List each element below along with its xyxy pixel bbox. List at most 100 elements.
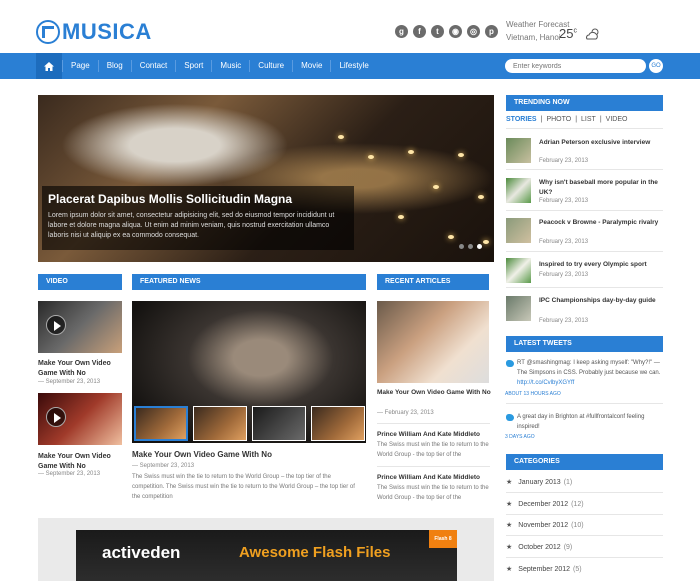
pinterest-icon[interactable]: p <box>485 25 498 38</box>
slider-title[interactable]: Placerat Dapibus Mollis Sollicitudin Mag… <box>48 192 348 206</box>
trending-thumb[interactable] <box>506 138 531 163</box>
divider <box>506 169 663 170</box>
divider <box>506 287 663 288</box>
recent-article-image[interactable] <box>377 301 489 383</box>
nav-item-culture[interactable]: Culture <box>249 60 292 72</box>
featured-title[interactable]: Make Your Own Video Game With No <box>132 450 272 459</box>
slider-image-detail <box>368 155 374 159</box>
video-thumbnail[interactable] <box>38 393 122 445</box>
tweet-time[interactable]: ABOUT 13 HOURS AGO <box>505 391 561 397</box>
nav-item-sport[interactable]: Sport <box>175 60 211 72</box>
cloud-sun-icon <box>586 28 599 40</box>
trending-title[interactable]: Why isn't baseball more popular in the U… <box>539 178 661 198</box>
ad-banner[interactable]: activeden Awesome Flash Files Flash 8 <box>76 530 457 581</box>
googleplus-icon[interactable]: g <box>395 25 408 38</box>
video-date: — September 23, 2013 <box>38 471 101 477</box>
category-label[interactable]: September 2012 <box>518 566 570 573</box>
divider <box>506 210 663 211</box>
trending-thumb[interactable] <box>506 178 531 203</box>
temperature-value: 25 <box>559 26 574 41</box>
trending-thumb[interactable] <box>506 296 531 321</box>
divider <box>506 251 663 252</box>
video-title[interactable]: Make Your Own Video Game With No <box>38 359 122 379</box>
trending-date: February 23, 2013 <box>539 158 589 164</box>
play-icon[interactable] <box>46 315 66 335</box>
video-thumbnail[interactable] <box>38 301 122 353</box>
tweet-link[interactable]: http://t.co/CvlbyXGYff <box>517 380 574 386</box>
home-icon <box>44 61 54 71</box>
featured-thumb[interactable] <box>252 406 306 441</box>
trending-title[interactable]: Adrian Peterson exclusive interview <box>539 138 661 148</box>
category-item[interactable]: ★ September 2012 (5) <box>506 565 582 574</box>
tab-video[interactable]: VIDEO <box>606 116 628 123</box>
dribbble-icon[interactable]: ◎ <box>467 25 480 38</box>
category-item[interactable]: ★ November 2012 (10) <box>506 521 584 530</box>
tweet-time[interactable]: 3 DAYS AGO <box>505 434 535 440</box>
star-icon: ★ <box>506 501 513 508</box>
nav-item-lifestyle[interactable]: Lifestyle <box>330 60 376 72</box>
category-item[interactable]: ★ December 2012 (12) <box>506 500 584 509</box>
featured-thumb-active[interactable] <box>134 406 188 441</box>
tab-stories[interactable]: STORIES <box>506 116 537 123</box>
recent-article-title[interactable]: Prince William And Kate Middleto <box>377 430 480 440</box>
rss-icon[interactable]: ◉ <box>449 25 462 38</box>
category-label[interactable]: December 2012 <box>518 501 568 508</box>
ad-brand: activeden <box>102 543 181 562</box>
video-section-header: VIDEO <box>38 274 122 290</box>
slider-dot[interactable] <box>459 244 464 249</box>
divider <box>506 557 663 558</box>
slider-image-detail <box>458 153 464 157</box>
star-icon: ★ <box>506 566 513 573</box>
divider <box>506 514 663 515</box>
trending-title[interactable]: IPC Championships day-by-day guide <box>539 296 661 306</box>
video-title[interactable]: Make Your Own Video Game With No <box>38 452 122 472</box>
recent-section-header: RECENT ARTICLES <box>377 274 489 290</box>
trending-title[interactable]: Inspired to try every Olympic sport <box>539 260 661 270</box>
logo-text: MUSICA <box>62 19 152 44</box>
divider <box>506 535 663 536</box>
recent-article-title[interactable]: Make Your Own Video Game With No <box>377 388 492 398</box>
home-button[interactable] <box>36 53 62 79</box>
divider <box>506 128 663 129</box>
search-button[interactable]: GO <box>649 59 663 73</box>
category-count: (12) <box>571 500 584 508</box>
trending-thumb[interactable] <box>506 258 531 283</box>
category-label[interactable]: October 2012 <box>518 544 560 551</box>
slider-image-detail <box>448 235 454 239</box>
nav-item-page[interactable]: Page <box>62 60 98 72</box>
tweet-body: RT @smashingmag: I keep asking myself: "… <box>517 360 661 376</box>
nav-item-music[interactable]: Music <box>211 60 249 72</box>
recent-article-date: — February 23, 2013 <box>377 410 434 416</box>
tab-photo[interactable]: PHOTO <box>546 116 571 123</box>
divider <box>506 403 663 404</box>
category-item[interactable]: ★ January 2013 (1) <box>506 478 572 487</box>
nav-item-contact[interactable]: Contact <box>130 60 176 72</box>
social-icons: g f t ◉ ◎ p <box>395 25 498 38</box>
video-date: — September 23, 2013 <box>38 379 101 385</box>
featured-thumb[interactable] <box>311 406 365 441</box>
category-label[interactable]: November 2012 <box>518 522 568 529</box>
featured-thumb[interactable] <box>193 406 247 441</box>
category-count: (10) <box>571 521 584 529</box>
trending-title[interactable]: Peacock v Browne - Paralympic rivalry <box>539 218 661 228</box>
facebook-icon[interactable]: f <box>413 25 426 38</box>
slider-image-detail <box>478 195 484 199</box>
category-item[interactable]: ★ October 2012 (9) <box>506 543 572 552</box>
search-input[interactable] <box>505 59 646 73</box>
nav-item-movie[interactable]: Movie <box>292 60 330 72</box>
star-icon: ★ <box>506 479 513 486</box>
twitter-icon[interactable]: t <box>431 25 444 38</box>
recent-article-title[interactable]: Prince William And Kate Middleto <box>377 473 480 483</box>
site-logo[interactable]: MUSICA <box>36 19 152 44</box>
tab-list[interactable]: LIST <box>581 116 596 123</box>
slider-image-detail <box>398 215 404 219</box>
slider-description: Lorem ipsum dolor sit amet, consectetur … <box>48 212 335 239</box>
nav-item-blog[interactable]: Blog <box>97 60 131 72</box>
slider-dot-active[interactable] <box>477 244 482 249</box>
trending-thumb[interactable] <box>506 218 531 243</box>
featured-section-header: FEATURED NEWS <box>132 274 366 290</box>
slider-dot[interactable] <box>468 244 473 249</box>
play-icon[interactable] <box>46 407 66 427</box>
category-label[interactable]: January 2013 <box>518 479 560 486</box>
trending-date: February 23, 2013 <box>539 198 589 204</box>
